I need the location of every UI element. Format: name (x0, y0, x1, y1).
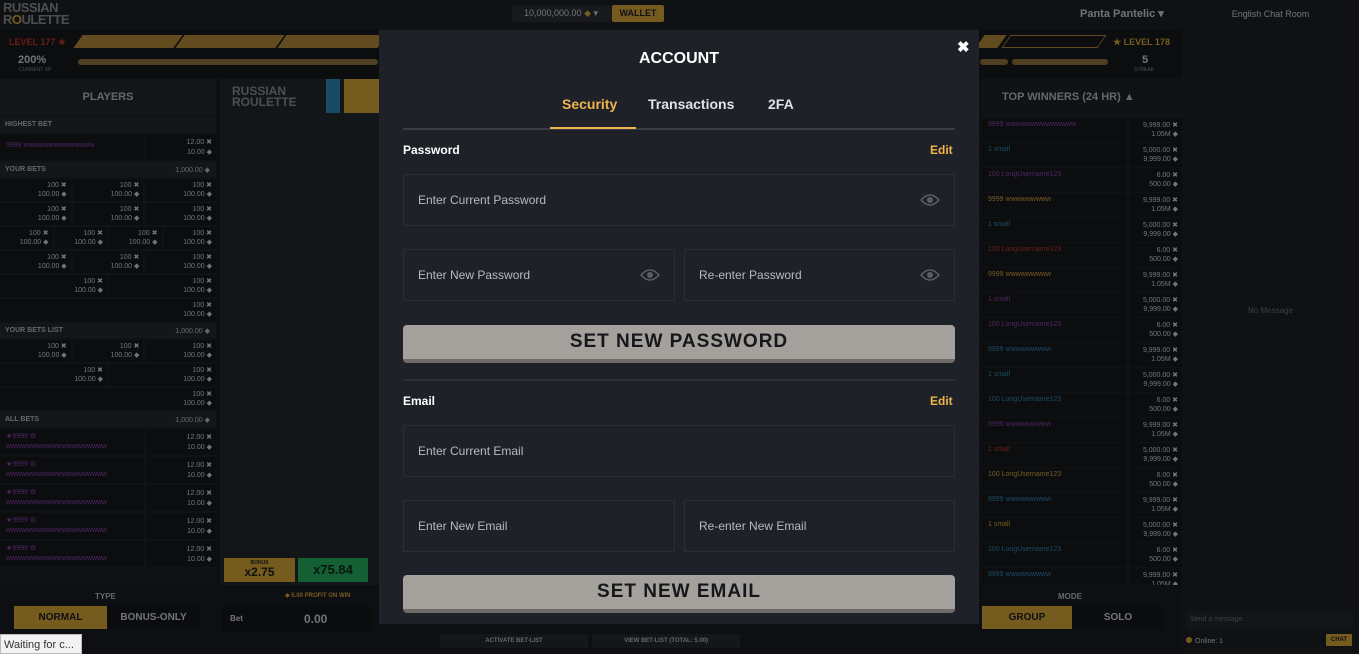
reenter-email-input[interactable]: Re-enter New Email (684, 500, 955, 552)
modal-title: ACCOUNT (639, 50, 719, 67)
tab-2fa[interactable]: 2FA (768, 96, 794, 130)
eye-icon[interactable] (640, 268, 660, 282)
close-icon[interactable]: ✖ (957, 38, 970, 56)
current-email-input[interactable]: Enter Current Email (403, 425, 955, 477)
eye-icon[interactable] (920, 268, 940, 282)
set-new-password-button[interactable]: SET NEW PASSWORD (403, 325, 955, 363)
status-bar: Waiting for c... (0, 634, 82, 654)
account-tabs: Security Transactions 2FA (403, 96, 955, 130)
email-edit-link[interactable]: Edit (930, 394, 953, 408)
tab-security[interactable]: Security (562, 96, 617, 130)
password-label: Password (403, 143, 460, 157)
set-new-email-button[interactable]: SET NEW EMAIL (403, 575, 955, 613)
eye-icon[interactable] (920, 193, 940, 207)
tab-transactions[interactable]: Transactions (648, 96, 734, 130)
current-password-input[interactable]: Enter Current Password (403, 174, 955, 226)
active-tab-indicator (550, 127, 636, 129)
password-edit-link[interactable]: Edit (930, 143, 953, 157)
account-modal: ACCOUNT ✖ Security Transactions 2FA Pass… (379, 30, 979, 624)
new-email-input[interactable]: Enter New Email (403, 500, 675, 552)
email-label: Email (403, 394, 436, 408)
new-password-input[interactable]: Enter New Password (403, 249, 675, 301)
section-divider (403, 379, 955, 381)
reenter-password-input[interactable]: Re-enter Password (684, 249, 955, 301)
